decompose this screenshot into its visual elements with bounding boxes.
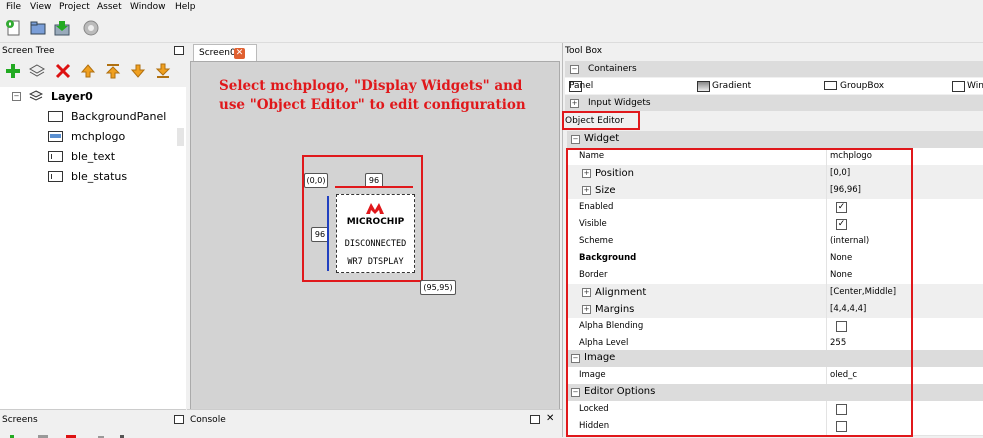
- expand-icon[interactable]: +: [570, 99, 579, 108]
- collapse-icon[interactable]: −: [12, 92, 21, 101]
- new-project-icon[interactable]: [5, 19, 23, 37]
- panel-icon: [48, 111, 63, 122]
- tree-item-ble-status[interactable]: ble_status: [0, 168, 186, 186]
- screen-tree: − Layer0 BackgroundPanel mchplogo ble_te…: [0, 87, 186, 409]
- close-icon[interactable]: ✕: [234, 48, 245, 59]
- menu-asset[interactable]: Asset: [97, 2, 122, 12]
- tree-item-label: mchplogo: [71, 130, 126, 143]
- move-top-icon[interactable]: [105, 63, 121, 79]
- gradient-icon: [697, 81, 710, 92]
- input-widgets-label: Input Widgets: [588, 98, 651, 108]
- menu-file[interactable]: File: [6, 2, 21, 12]
- layer-label: Layer0: [51, 90, 93, 103]
- object-editor-title: Object Editor: [565, 116, 624, 126]
- end-label: (95,95): [420, 280, 456, 295]
- toolbar: [0, 16, 983, 43]
- open-project-icon[interactable]: [29, 19, 47, 37]
- section-widget[interactable]: − Widget: [567, 131, 983, 148]
- close-icon[interactable]: ✕: [546, 413, 554, 424]
- screens-toolbar: [8, 432, 178, 438]
- origin-label: (0,0): [304, 173, 328, 188]
- undock-icon[interactable]: [174, 46, 184, 55]
- undock-icon[interactable]: [174, 415, 184, 424]
- tree-item-label: ble_text: [71, 150, 116, 163]
- save-project-icon[interactable]: [53, 19, 71, 37]
- height-guide: [327, 196, 329, 271]
- width-guide: [335, 186, 413, 188]
- tree-item-layer0[interactable]: − Layer0: [0, 88, 186, 106]
- tab-screen0[interactable]: Screen0 ✕: [193, 44, 257, 62]
- groupbox-icon: [824, 81, 837, 90]
- move-down-icon[interactable]: [130, 63, 146, 79]
- menu-project[interactable]: Project: [59, 2, 90, 12]
- image-widget-icon: [48, 131, 63, 142]
- mchplogo-widget[interactable]: MICROCHIP DISCONNECTED WR7 DTSPLAY: [336, 194, 415, 273]
- tree-item-ble-text[interactable]: ble_text: [0, 148, 186, 166]
- console-panel: Console ✕: [187, 409, 562, 438]
- label-widget-icon: [48, 171, 63, 182]
- scroll-indicator: [177, 128, 184, 146]
- section-label: Widget: [584, 133, 620, 144]
- move-bottom-icon[interactable]: [155, 63, 171, 79]
- toolbox-item-window[interactable]: Win: [967, 81, 983, 91]
- console-title: Console: [190, 415, 226, 425]
- tree-item-label: ble_status: [71, 170, 128, 183]
- toolbox-item-panel[interactable]: Panel: [569, 81, 593, 91]
- microchip-logo-icon: [366, 203, 384, 214]
- menu-help[interactable]: Help: [175, 2, 196, 12]
- undock-icon[interactable]: [530, 415, 540, 424]
- add-icon[interactable]: [5, 63, 21, 79]
- toolbox-item-gradient[interactable]: Gradient: [712, 81, 751, 91]
- containers-header[interactable]: − Containers: [565, 61, 983, 77]
- tree-item-mchplogo[interactable]: mchplogo: [0, 128, 184, 146]
- widget-line2: WR7 DTSPLAY: [347, 257, 404, 267]
- instruction-annotation: Select mchplogo, "Display Widgets" and u…: [219, 78, 526, 113]
- tab-label: Screen0: [199, 48, 236, 58]
- tree-item-label: BackgroundPanel: [71, 110, 167, 123]
- widget-logo-text: MICROCHIP: [346, 217, 405, 227]
- delete-icon[interactable]: [55, 63, 71, 79]
- containers-items: Panel Gradient GroupBox Win: [565, 78, 983, 94]
- screens-title: Screens: [2, 415, 38, 425]
- menu-view[interactable]: View: [30, 2, 51, 12]
- screens-panel: Screens: [0, 409, 186, 438]
- input-widgets-header[interactable]: + Input Widgets: [565, 95, 983, 111]
- properties-highlight-box: [566, 148, 913, 437]
- toolbox-item-groupbox[interactable]: GroupBox: [840, 81, 884, 91]
- containers-label: Containers: [588, 64, 637, 74]
- move-up-icon[interactable]: [80, 63, 96, 79]
- settings-gear-icon[interactable]: [82, 19, 100, 37]
- layers-icon[interactable]: [28, 63, 46, 79]
- label-widget-icon: [48, 151, 63, 162]
- toolbox-title: Tool Box: [565, 46, 603, 56]
- collapse-icon[interactable]: −: [570, 65, 579, 74]
- layer-icon: [29, 90, 43, 101]
- window-icon: [952, 81, 965, 92]
- widget-line1: DISCONNECTED: [344, 239, 407, 249]
- menu-window[interactable]: Window: [130, 2, 166, 12]
- screen-tree-title: Screen Tree: [2, 46, 55, 56]
- menu-bar: File View Project Asset Window Help: [0, 0, 983, 16]
- collapse-icon[interactable]: −: [571, 135, 580, 144]
- tree-item-backgroundpanel[interactable]: BackgroundPanel: [0, 108, 186, 126]
